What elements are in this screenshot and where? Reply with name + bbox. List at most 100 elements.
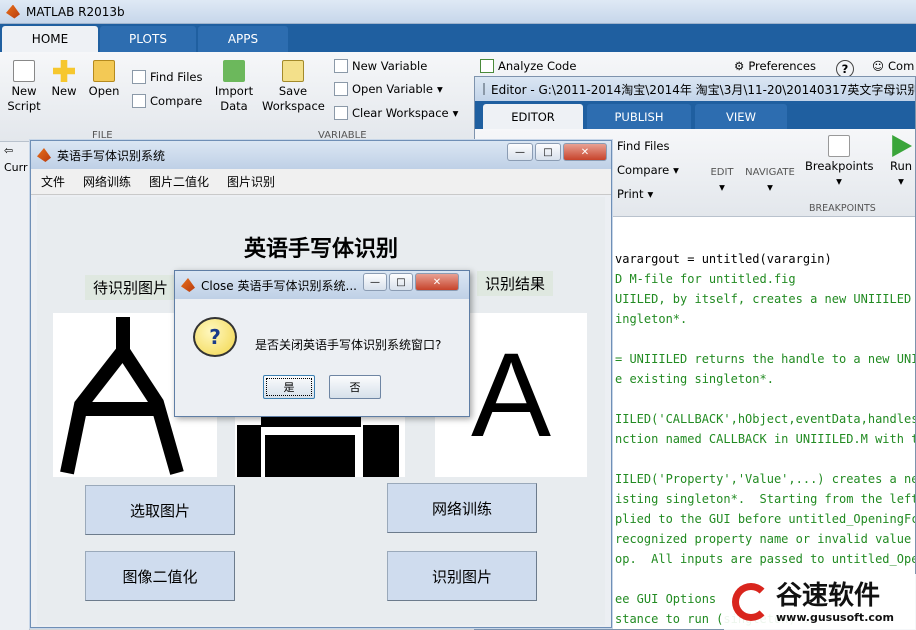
- figure-menubar: 文件 网络训练 图片二值化 图片识别: [31, 169, 611, 195]
- editor-find-files-button[interactable]: Find Files: [617, 139, 669, 153]
- code-line[interactable]: UIILED, by itself, creates a new UNIIILE…: [615, 289, 915, 309]
- main-tab-strip: HOME PLOTS APPS: [0, 24, 916, 52]
- new-variable-button[interactable]: New Variable: [334, 59, 427, 73]
- dialog-titlebar: Close 英语手写体识别系统... — □ ✕: [175, 271, 469, 299]
- menu-network-training[interactable]: 网络训练: [73, 173, 139, 190]
- code-line[interactable]: [615, 389, 915, 409]
- code-line[interactable]: isting singleton*. Starting from the lef…: [615, 489, 915, 509]
- code-line[interactable]: e existing singleton*.: [615, 369, 915, 389]
- edit-menu[interactable]: EDIT ▾: [709, 165, 735, 195]
- menu-recognize[interactable]: 图片识别: [217, 173, 283, 190]
- open-variable-label: Open Variable: [352, 82, 433, 96]
- no-button[interactable]: 否: [329, 375, 381, 399]
- run-button[interactable]: Run ▾: [885, 135, 916, 189]
- network-training-button[interactable]: 网络训练: [387, 483, 537, 533]
- new-script-label: New Script: [7, 84, 41, 113]
- import-data-button[interactable]: Import Data: [212, 60, 256, 114]
- maximize-button[interactable]: □: [535, 143, 561, 161]
- chevron-down-icon: ▾: [719, 180, 725, 194]
- code-line[interactable]: IILED('Property','Value',...) creates a …: [615, 469, 915, 489]
- compare-button[interactable]: Compare: [132, 94, 202, 108]
- current-folder-panel[interactable]: ⇦ Curr: [0, 142, 30, 630]
- editor-compare-label: Compare: [617, 163, 670, 177]
- close-icon: ✕: [432, 276, 442, 288]
- back-arrow-icon[interactable]: ⇦: [0, 142, 29, 157]
- breakpoints-label: Breakpoints: [805, 159, 874, 173]
- breakpoints-button[interactable]: Breakpoints ▾: [805, 135, 873, 189]
- analyze-code-label: Analyze Code: [498, 59, 577, 73]
- figure-titlebar: 英语手写体识别系统 — □ ✕: [31, 141, 611, 169]
- dialog-maximize-button[interactable]: □: [389, 273, 413, 291]
- menu-file[interactable]: 文件: [31, 173, 73, 190]
- find-files-button[interactable]: Find Files: [132, 70, 202, 84]
- tab-view[interactable]: VIEW: [695, 104, 787, 129]
- binarize-image-button[interactable]: 图像二值化: [85, 551, 235, 601]
- watermark-brand: 谷速软件: [776, 580, 881, 611]
- preferences-button[interactable]: ⚙ Preferences: [734, 59, 816, 73]
- run-label: Run: [889, 159, 913, 173]
- minimize-button[interactable]: —: [507, 143, 533, 161]
- chevron-down-icon: ▾: [673, 163, 679, 177]
- matlab-logo-icon: [181, 278, 195, 292]
- tab-plots[interactable]: PLOTS: [100, 26, 196, 52]
- save-workspace-label: Save Workspace: [262, 84, 325, 113]
- code-line[interactable]: op. All inputs are passed to untitled_Op…: [615, 549, 915, 569]
- compare-label: Compare: [150, 94, 203, 108]
- editor-compare-button[interactable]: Compare ▾: [617, 163, 679, 177]
- new-script-button[interactable]: New Script: [4, 60, 44, 114]
- close-confirm-dialog[interactable]: Close 英语手写体识别系统... — □ ✕ ? 是否关闭英语手写体识别系统…: [174, 270, 470, 417]
- save-workspace-button[interactable]: Save Workspace: [262, 60, 325, 114]
- menu-binarize[interactable]: 图片二值化: [139, 173, 217, 190]
- clear-workspace-button[interactable]: Clear Workspace ▾: [334, 106, 458, 120]
- code-line[interactable]: [615, 329, 915, 349]
- code-line[interactable]: varargout = untitled(varargin): [615, 249, 915, 269]
- dialog-title: Close 英语手写体识别系统...: [201, 278, 357, 293]
- import-icon: [223, 60, 245, 82]
- matlab-logo-icon: [37, 148, 51, 162]
- open-button[interactable]: Open: [86, 60, 122, 99]
- code-area[interactable]: varargout = untitled(varargin) D M-file f…: [615, 249, 915, 629]
- new-variable-label: New Variable: [352, 59, 428, 73]
- question-icon: ?: [193, 317, 237, 357]
- editor-doc-icon: [483, 83, 485, 95]
- navigate-menu[interactable]: NAVIGATE ▾: [745, 165, 795, 195]
- editor-title: Editor - G:\2011-2014淘宝\2014年 淘宝\3月\11-2…: [491, 82, 915, 97]
- matlab-logo-icon: [6, 4, 20, 19]
- code-line[interactable]: = UNIIILED returns the handle to a new U…: [615, 349, 915, 369]
- select-image-button[interactable]: 选取图片: [85, 485, 235, 535]
- code-line[interactable]: IILED('CALLBACK',hObject,eventData,handl…: [615, 409, 915, 429]
- tab-publish[interactable]: PUBLISH: [587, 104, 691, 129]
- analyze-code-button[interactable]: Analyze Code: [480, 59, 576, 73]
- minimize-icon: —: [515, 146, 525, 158]
- save-workspace-icon: [282, 60, 304, 82]
- recognize-image-button[interactable]: 识别图片: [387, 551, 537, 601]
- close-button[interactable]: ✕: [563, 143, 607, 161]
- folder-icon: [93, 60, 115, 82]
- code-line[interactable]: plied to the GUI before untitled_Opening…: [615, 509, 915, 529]
- editor-find-files-label: Find Files: [617, 139, 670, 153]
- new-button[interactable]: New: [48, 60, 80, 99]
- yes-button[interactable]: 是: [263, 375, 315, 399]
- clear-workspace-label: Clear Workspace: [352, 106, 449, 120]
- print-label: Print: [617, 187, 644, 201]
- code-line[interactable]: D M-file for untitled.fig: [615, 269, 915, 289]
- input-image-label: 待识别图片: [85, 275, 177, 300]
- clear-workspace-icon: [334, 106, 348, 120]
- close-icon: ✕: [580, 146, 590, 158]
- chevron-down-icon: ▾: [767, 180, 773, 194]
- tab-home[interactable]: HOME: [2, 26, 98, 52]
- dialog-close-button[interactable]: ✕: [415, 273, 459, 291]
- tab-editor[interactable]: EDITOR: [483, 104, 583, 129]
- dialog-minimize-button[interactable]: —: [363, 273, 387, 291]
- tab-apps[interactable]: APPS: [198, 26, 288, 52]
- code-line[interactable]: nction named CALLBACK in UNIIILED.M with…: [615, 429, 915, 449]
- code-line[interactable]: ingleton*.: [615, 309, 915, 329]
- code-line[interactable]: recognized property name or invalid valu…: [615, 529, 915, 549]
- editor-titlebar: Editor - G:\2011-2014淘宝\2014年 淘宝\3月\11-2…: [475, 77, 915, 101]
- code-line[interactable]: [615, 449, 915, 469]
- figure-title: 英语手写体识别系统: [57, 148, 166, 163]
- open-variable-button[interactable]: Open Variable ▾: [334, 82, 443, 96]
- community-button[interactable]: ☺ Com: [872, 59, 914, 73]
- print-button[interactable]: Print ▾: [617, 187, 653, 201]
- result-label: 识别结果: [477, 271, 554, 296]
